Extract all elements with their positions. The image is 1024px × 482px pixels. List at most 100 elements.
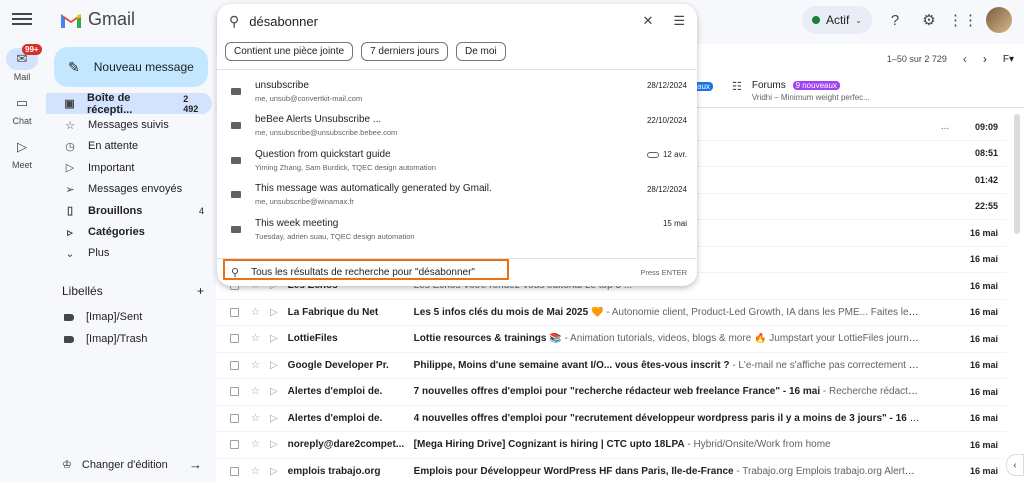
row-checkbox[interactable] <box>230 387 239 397</box>
label-name: [Imap]/Trash <box>86 333 148 345</box>
row-sender: La Fabrique du Net <box>287 306 379 318</box>
important-icon[interactable]: ▷ <box>270 413 278 424</box>
row-date: 09:09 <box>974 121 998 132</box>
scrollbar[interactable] <box>1014 114 1020 234</box>
close-icon[interactable]: ✕ <box>642 13 653 29</box>
chevron-left-icon[interactable]: ‹ <box>963 52 967 66</box>
table-row[interactable]: ☆ ▷ Google Developer Pr. Philippe, Moins d'… <box>216 353 1006 379</box>
row-checkbox[interactable] <box>230 440 239 450</box>
suggestion-participants: Tuesday, adrien suau, TQEC design automa… <box>255 231 415 241</box>
search-suggestion[interactable]: Question from quickstart guide Yiming Zha… <box>217 143 697 178</box>
row-subject-snippet: Emplois pour Développeur WordPress HF da… <box>414 466 930 477</box>
mail-icon <box>231 122 241 130</box>
suggestion-date-wrap: 12 avr. <box>646 150 687 159</box>
forum-title: Forums <box>751 80 786 91</box>
forum-subtitle: Vridhi – Minimum weight perfec... <box>751 93 870 102</box>
star-icon[interactable]: ☆ <box>251 386 260 397</box>
row-checkbox[interactable] <box>230 360 239 370</box>
star-icon[interactable]: ☆ <box>251 439 260 450</box>
tab-forums[interactable]: ☷ Forums 9 nouveaux Vridhi – Minimum wei… <box>732 80 870 102</box>
chip-from-me[interactable]: De moi <box>456 42 506 61</box>
star-icon[interactable]: ☆ <box>251 360 260 371</box>
app-name: Gmail <box>88 9 136 29</box>
label-item[interactable]: [Imap]/Trash <box>46 328 212 350</box>
rail-item-mail[interactable]: 99+ ✉ Mail <box>0 44 44 82</box>
label-item[interactable]: [Imap]/Sent <box>46 306 212 328</box>
sidebar-item-inbox[interactable]: ▣ Boîte de récepti... 2 492 <box>46 92 212 116</box>
row-checkbox[interactable] <box>230 307 239 317</box>
search-suggestion[interactable]: This week meeting Tuesday, adrien suau, T… <box>217 212 697 247</box>
table-row[interactable]: ☆ ▷ Alertes d'emploi de. 4 nouvelles offres… <box>216 406 1006 432</box>
table-row[interactable]: ☆ ▷ Alertes d'emploi de. 7 nouvelles offres… <box>216 379 1006 406</box>
search-input[interactable]: désabonner <box>249 14 622 29</box>
sidebar-item-sent[interactable]: ➢ Messages envoyés <box>46 179 212 200</box>
important-icon[interactable]: ▷ <box>270 333 278 344</box>
chevron-right-icon[interactable]: › <box>983 52 987 66</box>
star-icon[interactable]: ☆ <box>251 307 260 318</box>
row-snippet: - Animation tutorials, videos, blogs & m… <box>561 333 930 345</box>
table-row[interactable]: ☆ ▷ La Fabrique du Net Les 5 infos clés du … <box>216 300 1006 326</box>
rail-item-chat[interactable]: ▭ Chat <box>0 92 44 126</box>
search-dropdown: ⚲ désabonner ✕ ☰ Contient une pièce join… <box>217 4 697 286</box>
chip-last-7-days[interactable]: 7 derniers jours <box>361 42 448 61</box>
settings-icon[interactable]: ⚙ <box>918 9 940 31</box>
suggestion-date-wrap: 15 mai <box>663 219 687 228</box>
sidebar-item-drafts[interactable]: ▯ Brouillons 4 <box>46 200 212 221</box>
chevron-left-icon[interactable]: ‹ <box>1006 454 1024 476</box>
table-row[interactable]: ☆ ▷ noreply@dare2compet... [Mega Hiring Dri… <box>216 432 1006 459</box>
search-chips: Contient une pièce jointe 7 derniers jou… <box>217 38 697 70</box>
status-selector[interactable]: Actif ⌄ <box>801 6 872 34</box>
suggestion-date: 28/12/2024 <box>646 184 687 194</box>
important-icon[interactable]: ▷ <box>270 307 278 318</box>
sidebar-item-categories[interactable]: ▹ Catégories <box>46 221 212 242</box>
avatar[interactable] <box>986 7 1012 33</box>
edition-label: Changer d'édition <box>81 458 168 471</box>
search-suggestion[interactable]: unsubscribe me, unsub@convertkit-mail.com… <box>217 74 697 109</box>
suggestion-date-wrap: 28/12/2024 <box>647 185 687 194</box>
row-date: 16 mai <box>969 386 998 397</box>
row-checkbox[interactable] <box>230 334 239 344</box>
change-edition-button[interactable]: ♔ Changer d'édition → <box>62 457 202 472</box>
sidebar-item-more[interactable]: ⌄ Plus <box>46 243 212 264</box>
star-icon[interactable]: ☆ <box>251 333 260 344</box>
apps-icon[interactable]: ⋮⋮ <box>948 9 978 31</box>
search-suggestion[interactable]: beBee Alerts Unsubscribe ... me, unsubscr… <box>217 109 697 144</box>
add-label-icon[interactable]: + <box>197 284 204 298</box>
help-icon[interactable]: ? <box>884 9 906 31</box>
row-checkbox[interactable] <box>230 413 239 423</box>
search-bar: ⚲ désabonner ✕ ☰ <box>217 4 697 38</box>
suggestion-date-wrap: 22/10/2024 <box>647 116 687 125</box>
suggestion-date: 22/10/2024 <box>646 115 687 125</box>
row-subject-snippet: Lottie resources & trainings 📚 - Animati… <box>414 333 930 344</box>
nav-label: Messages envoyés <box>88 183 183 196</box>
sidebar-item-starred[interactable]: ☆ Messages suivis <box>46 114 212 135</box>
hamburger-icon[interactable] <box>12 10 32 30</box>
sidebar-item-snoozed[interactable]: ◷ En attente <box>46 136 212 157</box>
important-icon[interactable]: ▷ <box>270 466 278 477</box>
row-sender: noreply@dare2compet... <box>287 439 405 451</box>
important-icon[interactable]: ▷ <box>270 360 278 371</box>
gmail-logo[interactable]: Gmail <box>60 9 135 30</box>
input-tools-icon[interactable]: F▾ <box>1003 54 1014 65</box>
row-snippet: - Recherche rédacteur we... <box>822 386 930 398</box>
search-icon[interactable]: ⚲ <box>229 13 239 30</box>
filter-icon[interactable]: ☰ <box>673 13 685 29</box>
important-icon[interactable]: ▷ <box>270 439 278 450</box>
important-icon[interactable]: ▷ <box>270 386 278 397</box>
row-subject: Emplois pour Développeur WordPress HF da… <box>413 465 734 477</box>
table-row[interactable]: ☆ ▷ emplois trabajo.org Emplois pour Dévelo… <box>216 459 1006 482</box>
search-suggestion[interactable]: This message was automatically generated… <box>217 178 697 213</box>
star-icon[interactable]: ☆ <box>251 413 260 424</box>
suggestion-title: unsubscribe <box>255 79 309 91</box>
suggestion-date: 15 mai <box>662 219 687 228</box>
table-row[interactable]: ☆ ▷ LottieFiles Lottie resources & training… <box>216 326 1006 353</box>
rail-item-meet[interactable]: ▷ Meet <box>0 136 44 170</box>
row-subject: Les 5 infos clés du mois de Mai 2025 🧡 <box>413 306 604 318</box>
row-checkbox[interactable] <box>230 466 239 476</box>
suggestion-date-wrap: 28/12/2024 <box>647 81 687 90</box>
chip-has-attachment[interactable]: Contient une pièce jointe <box>225 42 354 61</box>
sidebar-item-important[interactable]: ▷ Important <box>46 157 212 178</box>
star-icon[interactable]: ☆ <box>251 466 260 477</box>
row-snippet: - L'e-mail ne s'affiche pas correctement… <box>729 359 930 371</box>
compose-button[interactable]: ✎ Nouveau message <box>54 47 208 87</box>
